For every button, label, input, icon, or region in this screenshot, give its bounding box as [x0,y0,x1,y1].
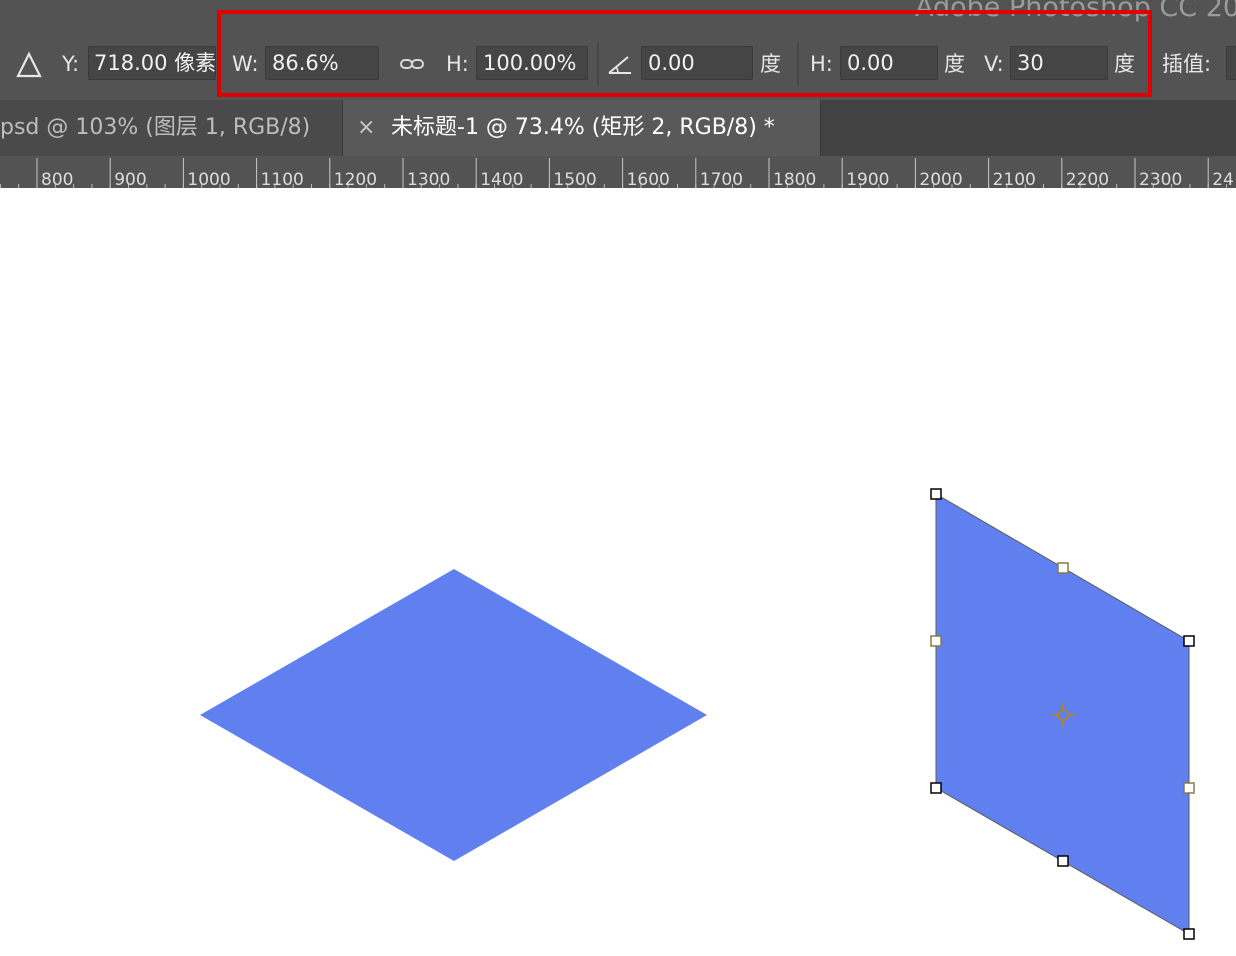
app-title: Adobe Photoshop CC 2018 [915,0,1236,23]
y-label: Y: [62,52,80,76]
options-bar: Adobe Photoshop CC 2018 Y: 718.00 像素 W: … [0,0,1236,100]
h-label: H: [446,52,469,76]
ruler-label: 1300 [407,170,450,188]
tab-label: psd @ 103% (图层 1, RGB/8) [0,115,311,140]
tab-untitled-1[interactable]: × 未标题-1 @ 73.4% (矩形 2, RGB/8) * [342,100,821,156]
ruler-label: 1700 [700,170,743,188]
ruler-label: 1600 [627,170,670,188]
angle-icon [608,56,631,74]
interpolation-select[interactable] [1226,46,1236,80]
ruler-label: 1500 [553,170,596,188]
skew-v-input[interactable]: 30 [1010,46,1108,80]
ruler-label: 1200 [334,170,377,188]
ruler-label: 1000 [187,170,230,188]
ruler-label: 800 [41,170,73,188]
interpolation-label: 插值: [1162,52,1212,76]
ruler-label: 1100 [261,170,304,188]
skew-v-unit: 度 [1114,52,1135,76]
link-icon[interactable] [400,54,424,74]
ruler-label: 1400 [480,170,523,188]
skew-h-label: H: [810,52,833,76]
handle-top-right[interactable] [1183,635,1195,647]
triangle-icon[interactable] [14,46,44,82]
ruler-label: 24 [1212,170,1234,188]
ruler-label: 900 [114,170,146,188]
w-input[interactable]: 86.6% [265,46,379,80]
angle-input[interactable]: 0.00 [641,46,753,80]
close-icon[interactable]: × [357,100,375,156]
ruler-label: 1800 [773,170,816,188]
canvas[interactable] [0,188,1236,956]
ruler-label: 1900 [846,170,889,188]
w-label: W: [232,52,259,76]
separator [597,42,599,86]
handle-top-middle[interactable] [1057,562,1069,574]
handle-top-left[interactable] [930,488,942,500]
ruler-label: 2100 [993,170,1036,188]
document-tabs: psd @ 103% (图层 1, RGB/8) × 未标题-1 @ 73.4%… [0,100,1236,156]
ruler-label: 2300 [1139,170,1182,188]
separator [797,42,799,86]
skew-h-unit: 度 [944,52,965,76]
skew-h-input[interactable]: 0.00 [840,46,938,80]
rhombus-shape[interactable] [200,569,707,861]
horizontal-ruler[interactable]: 800 900 1000 1100 1200 1300 1400 1500 1600 1700 18… [0,156,1236,189]
angle-unit: 度 [760,52,781,76]
handle-bottom-right[interactable] [1183,928,1195,940]
parallelogram-shape[interactable] [935,493,1190,935]
handle-middle-left[interactable] [930,635,942,647]
h-input[interactable]: 100.00% [476,46,588,80]
tab-label: 未标题-1 @ 73.4% (矩形 2, RGB/8) * [391,115,775,140]
tab-psd[interactable]: psd @ 103% (图层 1, RGB/8) [0,100,342,156]
ruler-label: 2200 [1066,170,1109,188]
ruler-label: 2000 [919,170,962,188]
skew-v-label: V: [984,52,1004,76]
ruler-ticks: 800 900 1000 1100 1200 1300 1400 1500 1600 1700 18… [0,158,1234,188]
y-input[interactable]: 718.00 像素 [88,46,216,80]
handle-bottom-middle[interactable] [1057,855,1069,867]
handle-middle-right[interactable] [1183,782,1195,794]
canvas-artwork [200,488,1195,940]
handle-bottom-left[interactable] [930,782,942,794]
